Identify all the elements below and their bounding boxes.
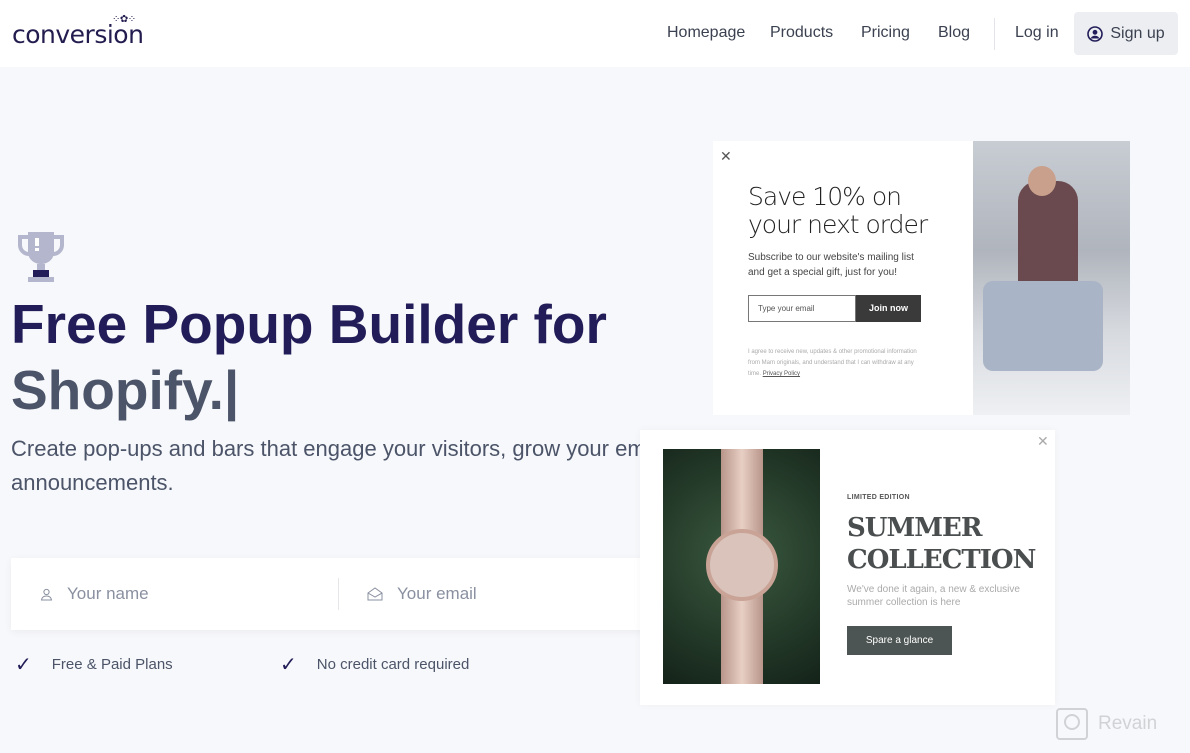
email-placeholder: Your email [397,584,477,603]
check-icon: ✓ [15,654,32,676]
check-label: Free & Paid Plans [51,656,173,673]
hero-title: Free Popup Builder for [11,293,607,355]
nav-divider [994,18,995,50]
signup-form: Your name Your email [11,558,651,630]
user-icon [40,588,53,600]
popup-preview-summer: ✕ LIMITED EDITION SUMMER COLLECTION We'v… [640,430,1055,705]
popup-preview-discount: ✕ Save 10% on your next order Subscribe … [713,141,1130,415]
popup1-title: Save 10% on [748,182,902,211]
subtitle-line2: announcements. [11,470,174,495]
subtitle-line1: Create pop-ups and bars that engage your… [11,436,651,461]
watch-photo [663,449,820,684]
popup1-legal: I agree to receive new, updates & other … [748,347,923,380]
revain-logo-icon [1056,708,1088,740]
popup2-spare-glance-button: Spare a glance [847,626,952,655]
header: conversion ⁘✿⁘ Homepage Products Pricing … [0,0,1190,67]
check-no-card: ✓ No credit card required [280,652,469,677]
popup2-eyebrow: LIMITED EDITION [847,494,910,501]
popup1-join-button: Join now [856,295,921,322]
model-photo [973,141,1130,415]
trophy-icon [18,232,64,282]
hero-title-line2: Shopify.| [11,359,240,421]
privacy-link: Privacy Policy [762,371,801,377]
name-placeholder: Your name [67,584,149,603]
signup-button[interactable]: Sign up [1074,12,1178,55]
popup2-title: SUMMER [847,513,982,543]
revain-watermark: Revain [1056,708,1157,740]
check-label: No credit card required [316,656,470,673]
popup2-text-line2: summer collection is here [847,597,961,608]
popup1-text: Subscribe to our website's mailing list [748,252,914,263]
popup1-email-input: Type your email [748,295,856,322]
star-icon: ⁘✿⁘ [112,14,136,25]
nav-blog[interactable]: Blog [938,24,970,42]
nav-products[interactable]: Products [770,24,833,42]
envelope-open-icon [367,587,383,601]
watermark-text: Revain [1098,713,1158,734]
nav-homepage[interactable]: Homepage [667,24,745,42]
hero-subtitle: Create pop-ups and bars that engage your… [11,432,651,500]
email-field[interactable]: Your email [367,558,477,630]
check-icon: ✓ [280,654,297,676]
logo[interactable]: conversion ⁘✿⁘ [12,14,144,49]
popup1-text-line2: and get a special gift, just for you! [748,267,897,278]
user-circle-icon [1087,25,1104,42]
name-field[interactable]: Your name [40,558,149,630]
close-icon: ✕ [1037,433,1049,449]
field-divider [338,578,339,610]
login-link[interactable]: Log in [1015,24,1059,42]
signup-label: Sign up [1110,24,1165,42]
close-icon: ✕ [720,148,732,164]
popup2-title-line2: COLLECTION [847,545,1036,575]
nav-pricing[interactable]: Pricing [861,24,910,42]
popup2-text: We've done it again, a new & exclusive [847,584,1020,595]
popup1-title-line2: your next order [748,210,928,239]
check-free-paid: ✓ Free & Paid Plans [15,652,173,677]
